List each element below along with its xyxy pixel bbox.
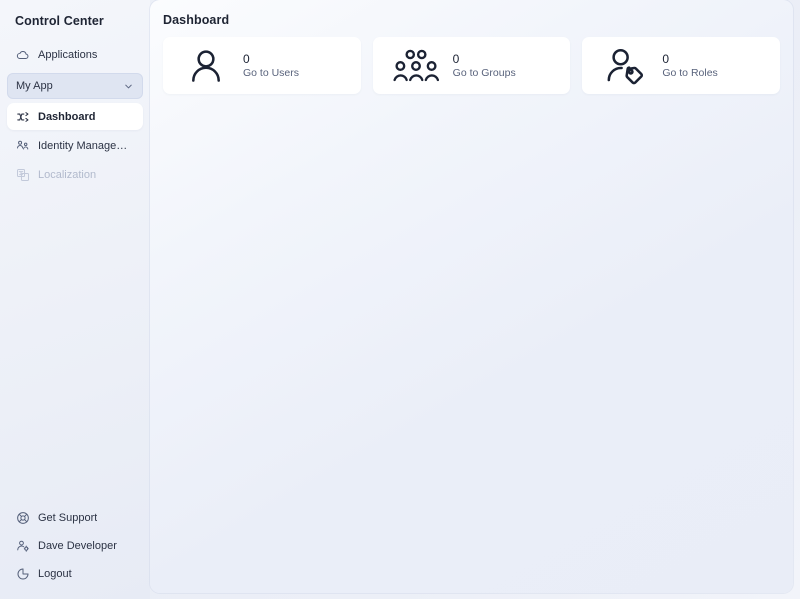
stat-card-count: 0: [243, 51, 250, 66]
sidebar-item-localization: Localization: [7, 161, 143, 188]
chevron-down-icon: [123, 81, 134, 92]
user-tag-icon: [588, 45, 662, 87]
app-selector-dropdown[interactable]: My App: [7, 73, 143, 99]
sidebar-item-label: Dashboard: [38, 110, 96, 123]
logout-icon: [16, 567, 30, 581]
sidebar-item-label: Applications: [38, 48, 98, 61]
app-selector-value: My App: [16, 80, 53, 92]
stat-card-text: 0 Go to Groups: [453, 52, 516, 80]
sidebar-secondary-nav: Get Support Dave Developer Logout: [7, 504, 143, 599]
sidebar-item-get-support[interactable]: Get Support: [7, 504, 143, 532]
user-icon: [169, 45, 243, 87]
sidebar-item-label: Dave Developer: [38, 540, 117, 552]
users-network-icon: [16, 139, 30, 153]
sidebar-item-label: Localization: [38, 168, 97, 181]
dashboard-stat-cards: 0 Go to Users 0 Go to Groups 0 Go to Rol…: [150, 27, 793, 94]
stat-card-link-label[interactable]: Go to Users: [243, 67, 299, 80]
sidebar-item-identity-management[interactable]: Identity Management: [7, 132, 143, 159]
cloud-icon: [16, 48, 30, 62]
sidebar-item-label: Identity Management: [38, 139, 134, 152]
sidebar-item-applications[interactable]: Applications: [7, 41, 143, 68]
stat-card-count: 0: [662, 51, 670, 66]
stat-card-text: 0 Go to Users: [243, 52, 299, 80]
stat-card-link-label[interactable]: Go to Groups: [453, 67, 516, 80]
sidebar-item-dashboard[interactable]: Dashboard: [7, 103, 143, 130]
stat-card-roles[interactable]: 0 Go to Roles: [582, 37, 781, 94]
lifebuoy-icon: [16, 511, 30, 525]
stat-card-count: 0: [452, 51, 460, 66]
sidebar: Control Center Applications My App Dashb…: [0, 0, 150, 599]
sidebar-primary-nav: Applications My App Dashboard Identity M…: [7, 36, 143, 190]
stat-card-users[interactable]: 0 Go to Users: [163, 37, 361, 94]
page-title: Dashboard: [163, 13, 230, 27]
users-group-icon: [379, 46, 453, 86]
localization-icon: [16, 168, 30, 182]
user-gear-icon: [16, 539, 30, 553]
stat-card-link-label[interactable]: Go to Roles: [662, 67, 717, 80]
sidebar-item-label: Logout: [38, 568, 72, 580]
dashboard-shuffle-icon: [16, 110, 30, 124]
sidebar-item-user-profile[interactable]: Dave Developer: [7, 532, 143, 560]
stat-card-groups[interactable]: 0 Go to Groups: [372, 37, 571, 94]
sidebar-item-logout[interactable]: Logout: [7, 560, 143, 588]
stat-card-text: 0 Go to Roles: [662, 52, 717, 80]
page-brand-title: Control Center: [15, 14, 104, 28]
main-content-panel: Dashboard 0 Go to Users 0 Go to Groups 0…: [150, 0, 793, 593]
app-root: Control Center Applications My App Dashb…: [0, 0, 800, 599]
sidebar-app-subnav: Dashboard Identity Management Localizati…: [7, 103, 143, 188]
sidebar-item-label: Get Support: [38, 512, 98, 524]
